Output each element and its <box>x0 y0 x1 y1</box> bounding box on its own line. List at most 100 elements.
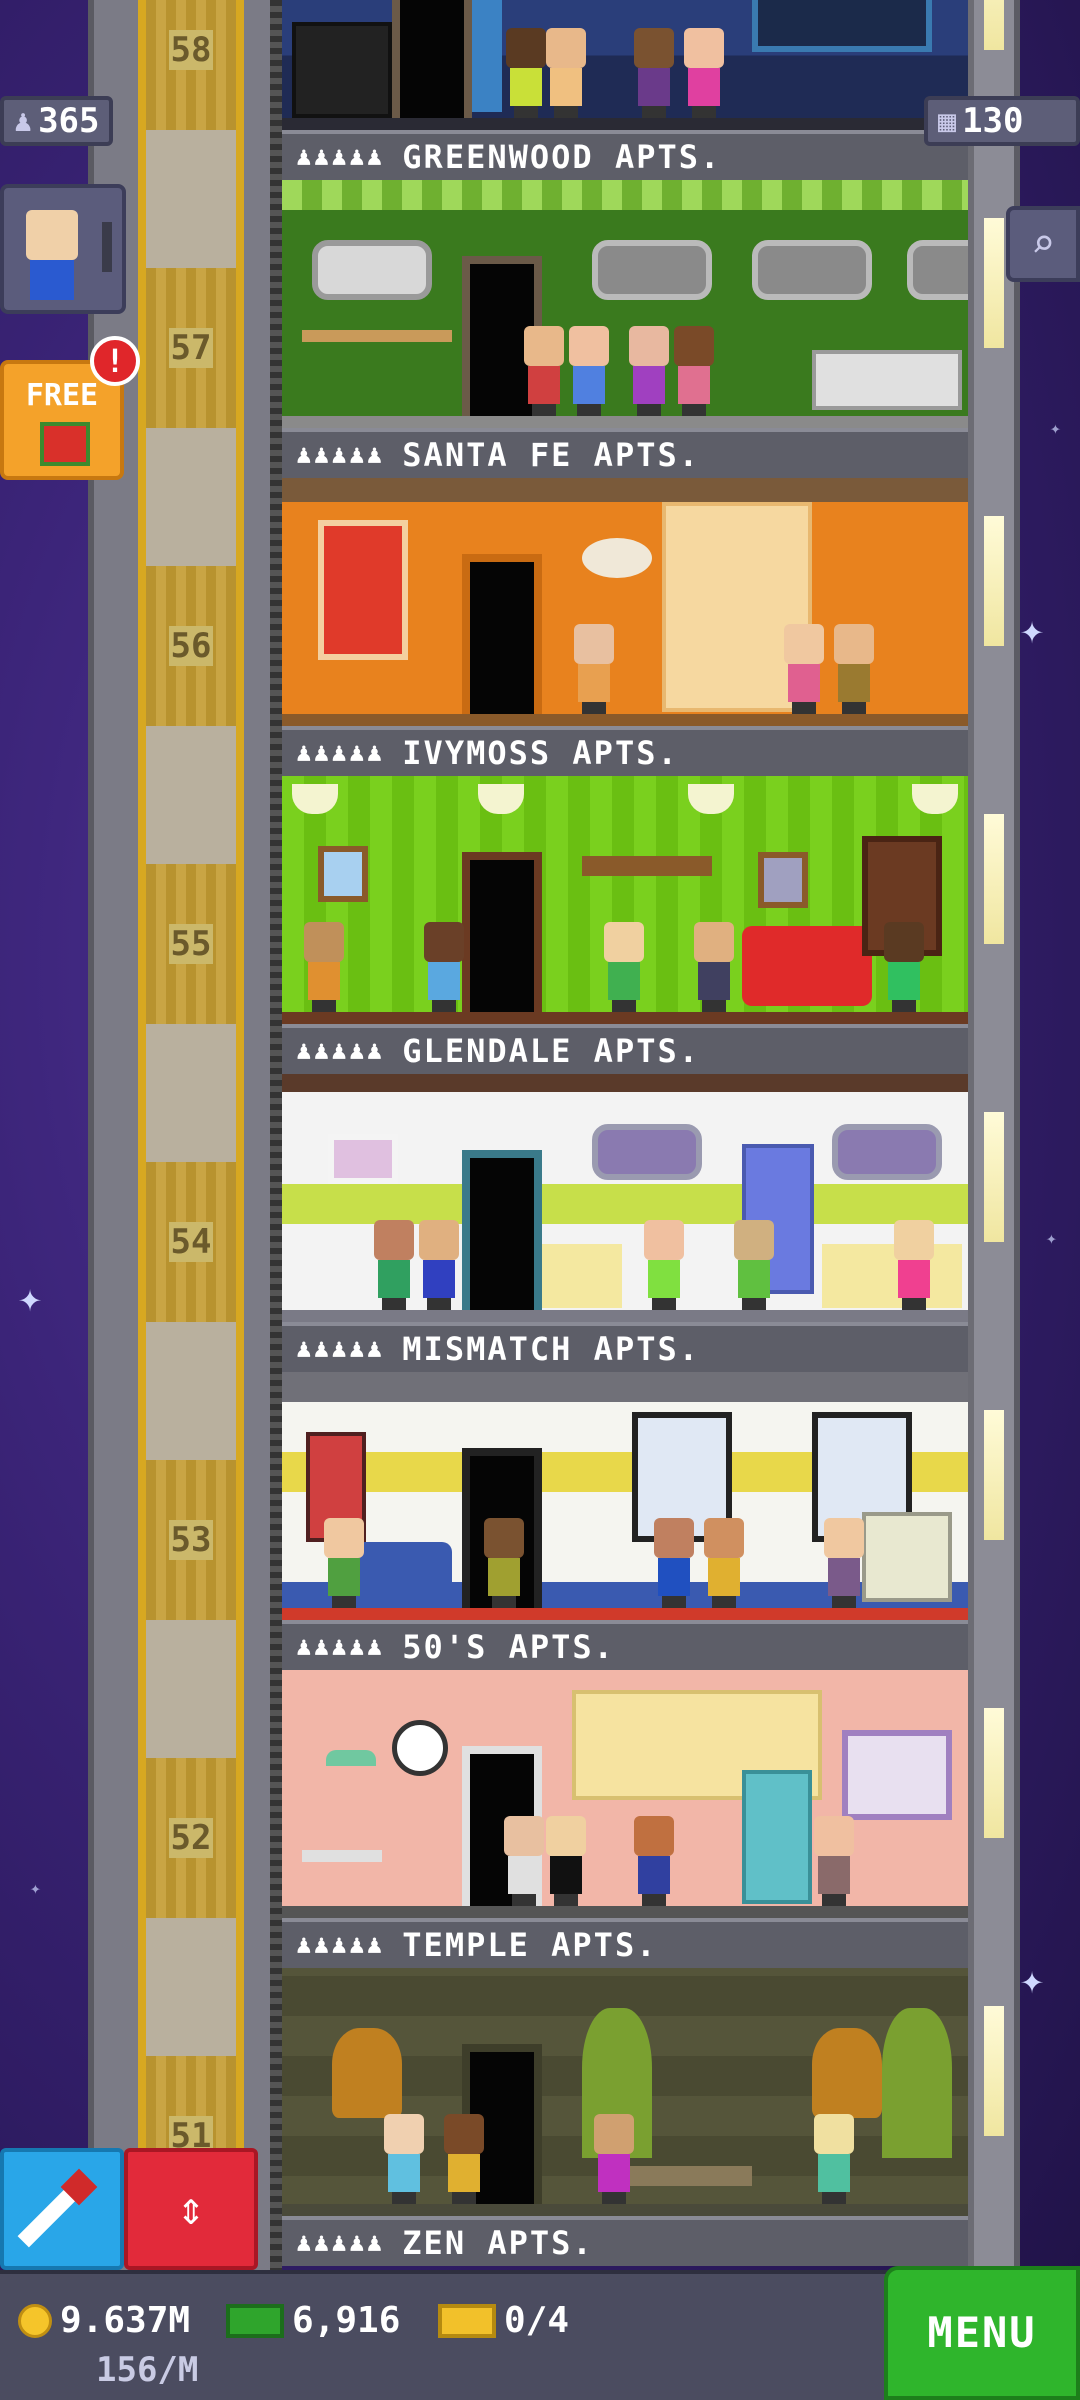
floor-counter[interactable]: ▦ 130 <box>924 96 1080 146</box>
resident-avatar[interactable] <box>504 28 548 118</box>
resident-count-icon: ♟♟♟♟♟ <box>296 738 385 768</box>
avatar-mark-icon <box>102 222 112 272</box>
kitchen-counter-icon <box>542 1244 622 1308</box>
resident-avatar[interactable] <box>422 922 466 1012</box>
build-tool-button[interactable] <box>0 2148 124 2270</box>
window-icon <box>907 240 968 300</box>
floor-mismatch[interactable]: ♟♟♟♟♟ MISMATCH APTS. <box>282 1074 968 1372</box>
notification-alert-icon: ! <box>90 336 140 386</box>
resident-avatar[interactable] <box>544 1816 588 1906</box>
floor-label-bar: ♟♟♟♟♟ TEMPLE APTS. <box>282 1918 968 1968</box>
tickets-value: 0/4 <box>504 2300 570 2341</box>
bitizen-avatar-button[interactable] <box>0 184 126 314</box>
resident-avatar[interactable] <box>892 1220 936 1310</box>
star-decoration: ✦ <box>18 1275 43 1321</box>
red-sofa-icon <box>742 926 872 1006</box>
population-counter[interactable]: ♟ 365 <box>0 96 114 146</box>
resident-avatar[interactable] <box>812 2114 856 2204</box>
floor-label-bar: ♟♟♟♟♟ IVYMOSS APTS. <box>282 726 968 776</box>
hanging-lamp-icon <box>326 1750 376 1766</box>
resident-avatar[interactable] <box>572 624 616 714</box>
resident-avatar[interactable] <box>882 922 926 1012</box>
resident-avatar[interactable] <box>302 922 346 1012</box>
room-interior <box>282 1372 968 1620</box>
resident-avatar[interactable] <box>672 326 716 416</box>
room-interior <box>282 180 968 428</box>
table-icon <box>302 1850 382 1862</box>
floor-trim <box>282 1310 968 1322</box>
resident-avatar[interactable] <box>632 28 676 118</box>
floor-temple[interactable]: ♟♟♟♟♟ TEMPLE APTS. <box>282 1670 968 1968</box>
elevator-button[interactable]: ⇕ <box>124 2148 258 2270</box>
resident-avatar[interactable] <box>642 1220 686 1310</box>
resident-avatar[interactable] <box>812 1816 856 1906</box>
resident-avatar[interactable] <box>544 28 588 118</box>
resident-avatar[interactable] <box>822 1518 866 1608</box>
star-decoration: ✦ <box>1020 1957 1045 2003</box>
resident-avatar[interactable] <box>442 2114 486 2204</box>
floor-trim <box>282 416 968 428</box>
resident-avatar[interactable] <box>632 1816 676 1906</box>
resident-avatar[interactable] <box>382 2114 426 2204</box>
golden-ticket-icon <box>438 2303 496 2338</box>
resident-avatar[interactable] <box>502 1816 546 1906</box>
window-icon <box>752 0 932 52</box>
floor-santa-fe[interactable]: ♟♟♟♟♟ SANTA FE APTS. <box>282 180 968 478</box>
resident-avatar[interactable] <box>692 922 736 1012</box>
resident-avatar[interactable] <box>602 922 646 1012</box>
resident-avatar[interactable] <box>627 326 671 416</box>
menu-button[interactable]: MENU <box>884 2266 1080 2400</box>
resident-avatar[interactable] <box>322 1518 366 1608</box>
window-icon <box>312 240 432 300</box>
bux-icon <box>226 2303 284 2338</box>
apartment-door <box>462 554 542 714</box>
elevator-floor-marker: 57 <box>146 268 236 428</box>
resident-avatar[interactable] <box>682 28 726 118</box>
population-value: 365 <box>38 101 100 141</box>
floor-glendale[interactable]: ♟♟♟♟♟ GLENDALE APTS. <box>282 776 968 1074</box>
resident-avatar[interactable] <box>592 2114 636 2204</box>
floor-greenwood[interactable]: ♟♟♟♟♟ GREENWOOD APTS. <box>282 0 968 180</box>
pillar-window <box>984 814 1004 944</box>
floor-ivymoss[interactable]: ♟♟♟♟♟ IVYMOSS APTS. <box>282 478 968 776</box>
bux-stat[interactable]: 6,916 <box>226 2300 400 2341</box>
resident-avatar[interactable] <box>702 1518 746 1608</box>
floor-zen[interactable]: ♟♟♟♟♟ ZEN APTS. <box>282 1968 968 2266</box>
floor-name: ZEN APTS. <box>402 2224 594 2262</box>
resident-avatar[interactable] <box>522 326 566 416</box>
ceiling-lamp-icon <box>292 784 338 814</box>
computer-desk-icon <box>812 350 962 410</box>
wall-trim-pattern <box>282 180 968 210</box>
avatar-body-icon <box>30 260 74 300</box>
resident-avatar[interactable] <box>372 1220 416 1310</box>
resident-avatar[interactable] <box>732 1220 776 1310</box>
floor-label-bar: ♟♟♟♟♟ MISMATCH APTS. <box>282 1322 968 1372</box>
window-icon <box>592 240 712 300</box>
window-icon <box>592 1124 702 1180</box>
tickets-stat[interactable]: 0/4 <box>438 2300 569 2341</box>
coins-stat[interactable]: 9.637M <box>18 2300 190 2341</box>
pillar-window <box>984 516 1004 646</box>
elevator-floor-marker: 53 <box>146 1460 236 1620</box>
search-button[interactable]: ⌕ <box>1006 206 1080 282</box>
resident-avatar[interactable] <box>832 624 876 714</box>
room-interior <box>282 776 968 1024</box>
bookshelf-icon <box>582 856 712 876</box>
jukebox-icon <box>862 1512 952 1602</box>
pillar-window <box>984 1410 1004 1540</box>
clock-icon <box>392 1720 448 1776</box>
resident-avatar[interactable] <box>567 326 611 416</box>
shaft-divider <box>270 0 282 2270</box>
resident-avatar[interactable] <box>482 1518 526 1608</box>
elevator-floor-marker: 55 <box>146 864 236 1024</box>
floor-trim <box>282 2204 968 2216</box>
ceiling-lamp-icon <box>478 784 524 814</box>
resident-avatar[interactable] <box>652 1518 696 1608</box>
resident-avatar[interactable] <box>417 1220 461 1310</box>
resident-count-icon: ♟♟♟♟♟ <box>296 1930 385 1960</box>
resident-count-icon: ♟♟♟♟♟ <box>296 1036 385 1066</box>
resident-avatar[interactable] <box>782 624 826 714</box>
floor-fifties[interactable]: ♟♟♟♟♟ 50'S APTS. <box>282 1372 968 1670</box>
star-decoration: ✦ <box>30 1878 41 1899</box>
resident-count-icon: ♟♟♟♟♟ <box>296 1334 385 1364</box>
